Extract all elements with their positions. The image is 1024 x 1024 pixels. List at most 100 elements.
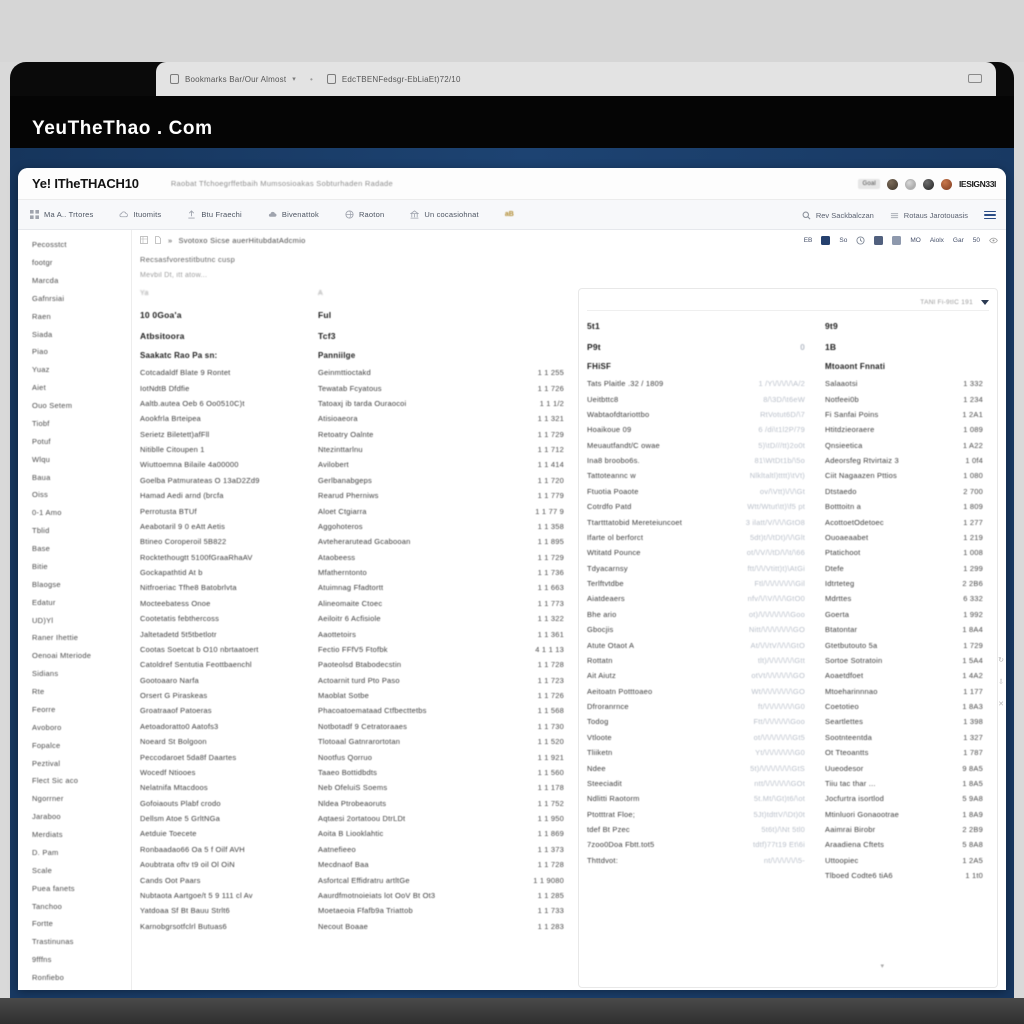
table-row[interactable]: Jocfurtra isortlod 5 9A8 [825,791,989,806]
table-row[interactable]: IotNdtB Dfdfie Tewatab Fcyatous 1 1 726 [140,380,568,395]
table-row[interactable]: Dtefe 1 299 [825,561,989,576]
hamburger-menu-icon[interactable] [984,210,996,220]
table-row[interactable]: Cotcadaldf Blate 9 Rontet Geinmttioctakd 1… [140,365,568,380]
column-header-1[interactable]: A [318,290,510,297]
table-row[interactable]: Nelatnifa Mtacdoos Neb OfeluiS Soems 1 1 1… [140,780,568,795]
table-row[interactable]: Gockapathtid At b Mfatherntonto 1 1 736 [140,565,568,580]
page-icon[interactable] [154,236,162,244]
refresh-icon[interactable]: ↻ [998,656,1004,664]
breadcrumb-text[interactable]: Svotoxo Sicse auerHitubdatAdcmio [178,236,305,245]
avatar[interactable] [904,178,916,190]
avatar[interactable] [886,178,898,190]
download-icon[interactable]: ⇩ [998,678,1004,686]
status-badge[interactable]: Goal [858,179,880,189]
table-row[interactable]: Rocktethougtt 5100fGraaRhaAV Ataobeess 1 1… [140,550,568,565]
table-row[interactable]: Mocteebatess Onoe Alineomaite Ctoec 1 1 77… [140,596,568,611]
column-header-0[interactable]: Ya [140,290,318,297]
table-row[interactable]: Mtoeharinnnao 1 177 [825,684,989,699]
table-row[interactable]: Ftuotia Poaote ov/\Vtt)\/\/\Gt [587,484,805,499]
table-row[interactable]: Nitfroeriac Tfhe8 Batobrlvta Atuimnag Ffa… [140,580,568,595]
sidebar-item-41[interactable]: Ronfiebo [32,969,131,987]
sidebar-item-21[interactable]: UD)Yl [32,611,131,629]
sidebar-item-5[interactable]: Siada [32,325,131,343]
nav-item-3[interactable]: Bivenattok [268,210,319,219]
table-row[interactable]: Meuautfandt/C owae 5)\tD///tt)2o0t [587,438,805,453]
sidebar-item-18[interactable]: Bitie [32,558,131,576]
sidebar-item-3[interactable]: Gafnrsiai [32,290,131,308]
toolbar-btn-0[interactable]: EB [804,237,813,244]
table-row[interactable]: Ttartttatobid Mereteiuncoet 3 ilatt/V/\/\… [587,514,805,529]
sidebar-item-1[interactable]: footgr [32,254,131,272]
table-row[interactable]: Groatraaof Patoeras Phacoatoemataad Ctfbe… [140,703,568,718]
table-row[interactable]: Aookfrla Brteipea Atisioaeora 1 1 321 [140,411,568,426]
table-row[interactable]: Peccodaroet 5da8f Daartes Nootfus Qorruo 1… [140,749,568,764]
table-row[interactable]: Bhe ario ot)/\/\/\/\/\/\/\Goo [587,607,805,622]
table-row[interactable]: Dellsm Atoe 5 GrltNGa Aqtaesi 2ortatoou D… [140,811,568,826]
table-row[interactable]: Terlftvtdbe Ftl/\/\/\/\/\/\/\Gil [587,576,805,591]
browser-tab-strip[interactable]: Bookmarks Bar/Our Almost ▾ • EdcTBENFeds… [156,62,996,96]
table-row[interactable]: Aetduie Toecete Aoita B Liooklahtic 1 1 86… [140,826,568,841]
table-row[interactable]: Salaaotsi 1 332 [825,376,989,391]
table-row[interactable]: Sootnteentda 1 327 [825,730,989,745]
table-row[interactable]: Ifarte ol berforct 5dt)t/\/tDt)/\/\Glt [587,530,805,545]
sidebar-item-16[interactable]: Tblid [32,522,131,540]
table-row[interactable]: Orsert G Piraskeas Maoblat Sotbe 1 1 726 [140,688,568,703]
table-row[interactable]: Wabtaofdtariottbo RtVotut6D/\7 [587,407,805,422]
sidebar-item-17[interactable]: Base [32,540,131,558]
sidebar-item-20[interactable]: Edatur [32,594,131,612]
table-row[interactable]: Qnsieetica 1 A22 [825,438,989,453]
table-row[interactable]: Ciit Nagaazen Pttios 1 080 [825,468,989,483]
sidebar-item-32[interactable]: Jaraboo [32,808,131,826]
table-row[interactable]: Dtstaedo 2 700 [825,484,989,499]
table-row[interactable]: Aaltb.autea Oeb 6 Oo0510C)t Tatoaxj ib ta… [140,396,568,411]
table-row[interactable]: Ot Tteoantts 1 787 [825,745,989,760]
table-row[interactable]: Coetotieo 1 8A3 [825,699,989,714]
table-row[interactable]: Tats Plaitle .32 / 1809 1 /Y\/\/\/\/\A/2 [587,376,805,391]
sidebar-item-34[interactable]: D. Pam [32,844,131,862]
table-row[interactable]: Cootas Soetcat b O10 nbrtaatoert Fectio F… [140,642,568,657]
sidebar-item-9[interactable]: Ouo Setem [32,397,131,415]
sidebar-item-42[interactable]: Yuatliere [32,987,131,990]
column-header-2[interactable] [510,290,564,297]
table-row[interactable]: Hoaikoue 09 6 /di\t1l2P/79 [587,422,805,437]
table-row[interactable]: Ait Aiutz otVt/\/\/\/\/\/\GO [587,668,805,683]
close-icon[interactable]: ✕ [998,700,1004,708]
table-row[interactable]: Tiiu tac thar ... 1 8A5 [825,776,989,791]
table-row[interactable]: Aetoadoratto0 Aatofs3 Notbotadf 9 Cetrato… [140,719,568,734]
sidebar-item-8[interactable]: Aiet [32,379,131,397]
app-logo[interactable]: Ye! ITheTHACH10 [18,176,139,191]
restore-window-icon[interactable] [968,74,982,83]
sidebar-item-31[interactable]: Ngorrner [32,790,131,808]
table-row[interactable]: FHiSF [587,357,805,376]
table-row[interactable]: Noeard St Bolgoon Tlotoaal Gatnrarortotan… [140,734,568,749]
nav-item-5[interactable]: Un cocasiohnat [410,210,479,219]
table-row[interactable]: Mtinluori Gonaootrae 1 8A9 [825,807,989,822]
table-row[interactable]: 9t9 [825,315,989,336]
browser-tab-1[interactable]: Bookmarks Bar/Our Almost ▾ [170,74,296,84]
table-row[interactable]: Catoldref Sentutia Feottbaenchl Paoteolsd… [140,657,568,672]
table-row[interactable]: Gootoaaro Narfa Actoarnit turd Pto Paso 1 … [140,673,568,688]
toolbar-btn-7[interactable]: Aiolx [930,237,944,244]
sidebar-item-2[interactable]: Marcda [32,272,131,290]
table-row[interactable]: Adeorsfeg Rtvirtaiz 3 1 0f4 [825,453,989,468]
sidebar-item-35[interactable]: Scale [32,862,131,880]
sidebar-item-6[interactable]: Piao [32,343,131,361]
sidebar-item-25[interactable]: Rte [32,683,131,701]
table-row[interactable]: Wiuttoemna Bilaile 4a00000 Avilobert 1 1 4… [140,457,568,472]
table-row[interactable]: Wocedf Ntiooes Taaeo Bottidbdts 1 1 560 [140,765,568,780]
nav-item-1[interactable]: Ituomits [119,210,161,219]
table-row[interactable]: Ouoaeaabet 1 219 [825,530,989,545]
table-row[interactable]: Btineo Coroperoil 5B822 Avteherarutead Gc… [140,534,568,549]
table-row[interactable]: Tattoteannc w Nlkltaltl)tttt)\tVt) [587,468,805,483]
table-row[interactable]: Cootetatis febthercoss Aeiloitr 6 Acfisio… [140,611,568,626]
sidebar-item-33[interactable]: Merdiats [32,826,131,844]
table-row[interactable]: 10 0Goa'a Ful [140,304,568,325]
toolbar-btn-9[interactable]: 50 [973,237,980,244]
sidebar-item-12[interactable]: Wlqu [32,451,131,469]
table-row[interactable]: Nubtaota Aartgoe/t 5 9 111 cl Av Aaurdfmo… [140,888,568,903]
table-row[interactable]: Aoaetdfoet 1 4A2 [825,668,989,683]
chevron-down-icon[interactable]: ▾ [292,75,296,83]
sidebar-item-39[interactable]: Trastinunas [32,933,131,951]
table-row[interactable]: Thttdvot: nt/\/\/\/\/\/\5- [587,853,805,868]
table-row[interactable]: Sortoe Sotratoin 1 5A4 [825,653,989,668]
